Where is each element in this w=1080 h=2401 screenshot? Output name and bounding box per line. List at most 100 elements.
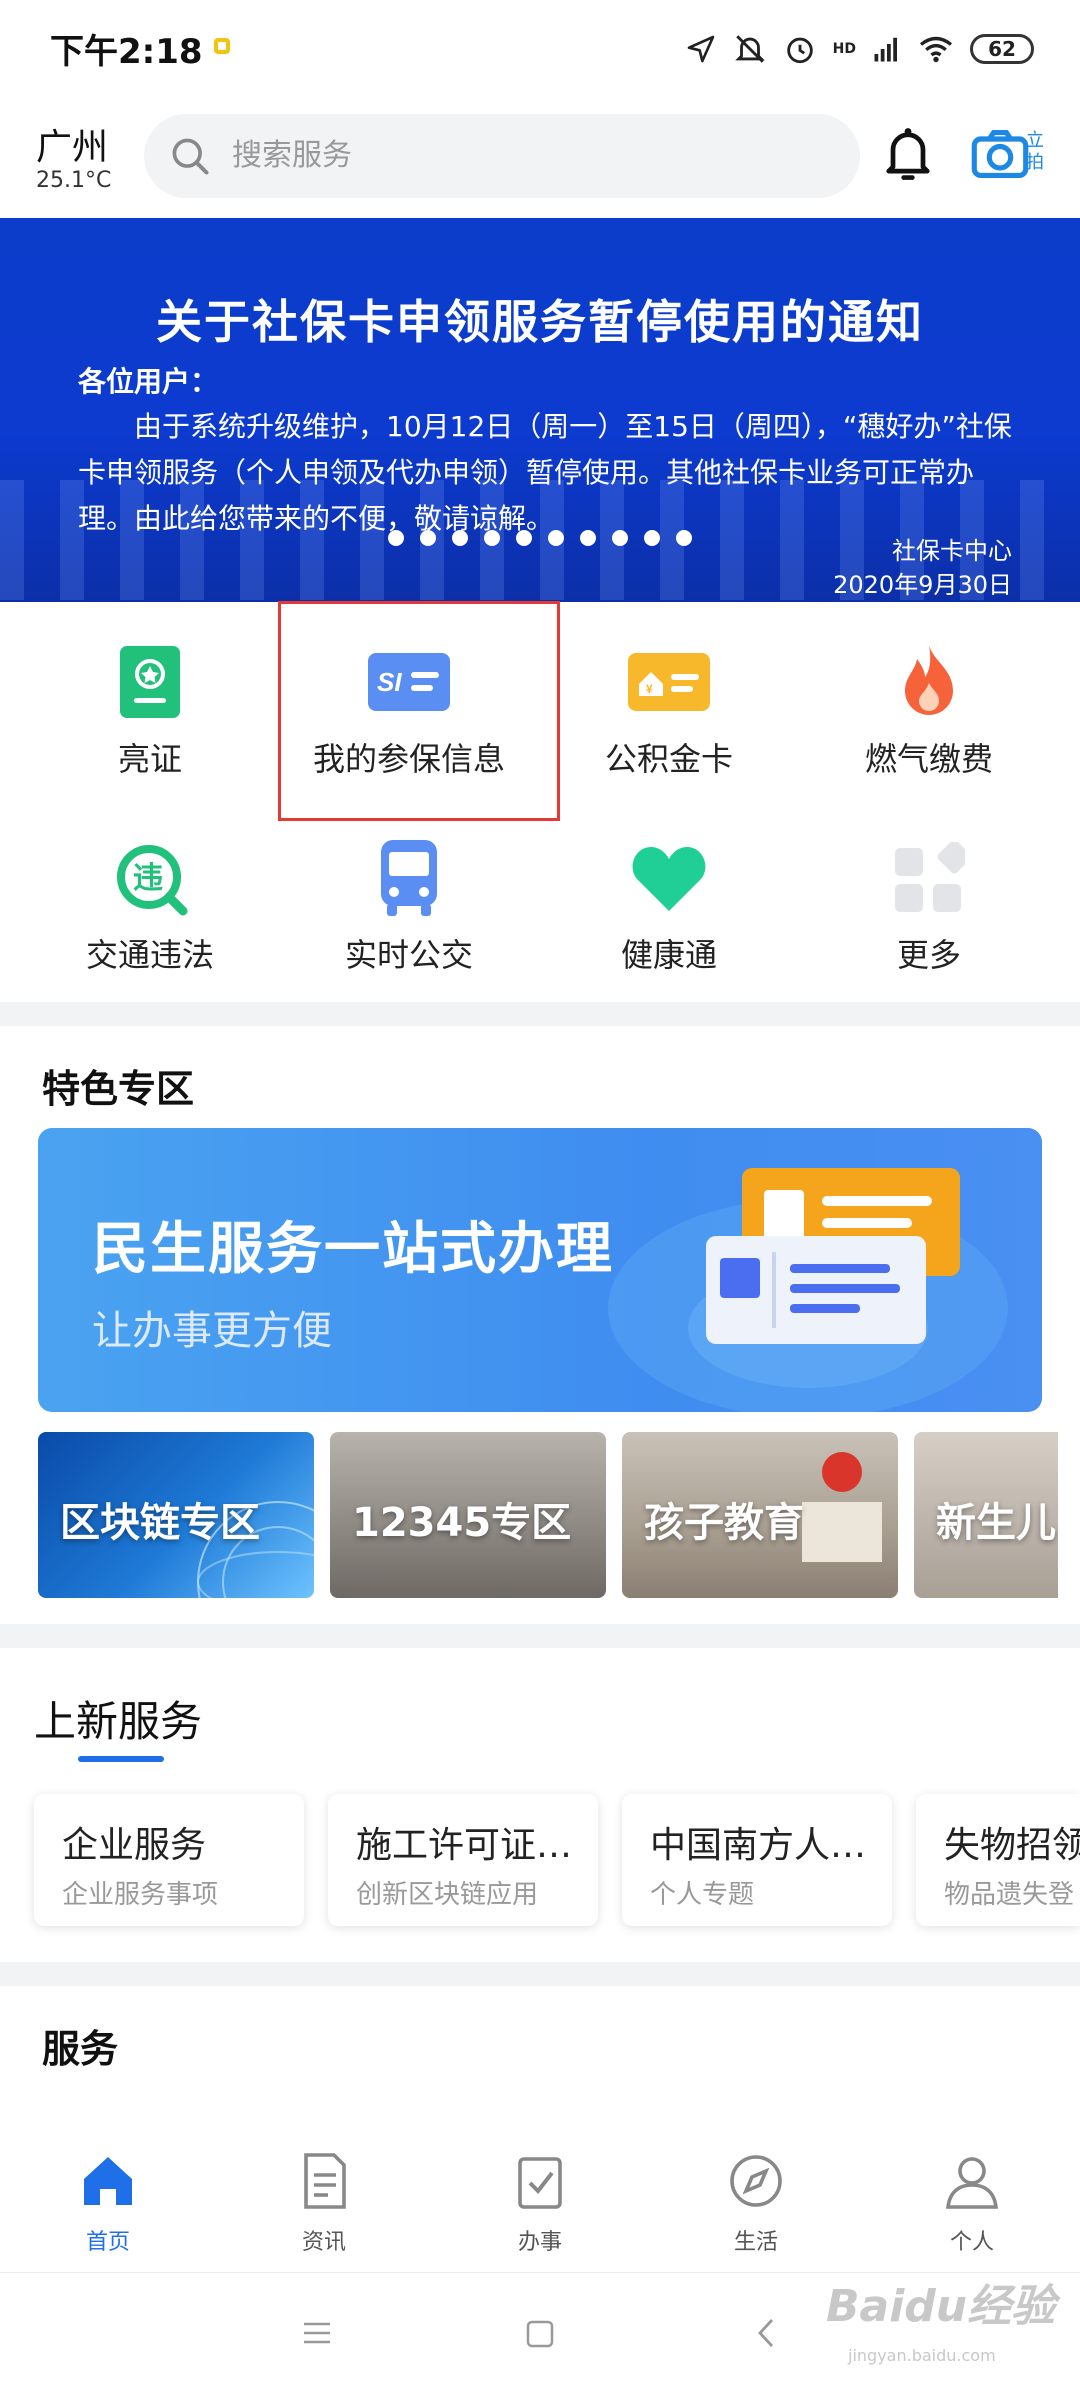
notification-dot-icon	[214, 38, 230, 54]
feature-banner-subtitle: 让办事更方便	[92, 1308, 332, 1354]
banner-dot[interactable]	[548, 530, 564, 546]
service-card[interactable]: 失物招领 物品遗失登	[916, 1794, 1080, 1926]
news-icon	[304, 2153, 346, 2209]
banner-date: 2020年9月30日	[833, 571, 1012, 599]
new-services-title: 上新服务	[34, 1697, 203, 1746]
grid-item-gas-payment[interactable]: 燃气缴费	[794, 604, 1064, 794]
grid-item-traffic-violation[interactable]: 违 交通违法	[15, 800, 285, 990]
grid-item-label: 健康通	[620, 936, 717, 974]
status-icons: HD 62	[685, 24, 1034, 74]
heart-icon	[619, 828, 719, 928]
nav-life[interactable]: 生活	[648, 2150, 864, 2260]
tile-newborn[interactable]: 新生儿	[914, 1432, 1058, 1598]
banner-dot[interactable]	[516, 530, 532, 546]
banner-greeting: 各位用户：	[78, 365, 219, 398]
compass-icon	[730, 2155, 782, 2207]
service-card-subtitle: 企业服务事项	[62, 1880, 219, 1910]
task-check-icon	[518, 2157, 562, 2209]
watermark-logo: Baidu经验	[826, 2281, 1056, 2332]
status-time: 下午2:18	[50, 32, 203, 72]
svg-text:¥: ¥	[646, 682, 653, 696]
back-icon[interactable]	[754, 2316, 778, 2350]
grid-item-label: 亮证	[117, 740, 182, 778]
service-card-subtitle: 个人专题	[650, 1880, 755, 1910]
tile-label: 区块链专区	[60, 1500, 260, 1546]
grid-item-housing-fund[interactable]: ¥ 公积金卡	[534, 604, 804, 794]
bell-icon[interactable]	[882, 124, 934, 184]
service-card-title: 失物招领	[944, 1825, 1080, 1866]
gas-flame-icon	[879, 632, 979, 732]
wifi-icon	[919, 36, 953, 63]
nav-profile[interactable]: 个人	[864, 2150, 1080, 2260]
books-decoration	[802, 1502, 882, 1562]
tile-label: 新生儿	[936, 1500, 1056, 1546]
svg-text:违: 违	[133, 861, 163, 896]
service-card-title: 中国南方人…	[650, 1825, 867, 1866]
title-underline	[78, 1756, 164, 1762]
person-icon	[945, 2157, 999, 2209]
banner-signature-org: 社保卡中心	[892, 537, 1012, 565]
battery-indicator: 62	[970, 34, 1034, 64]
grid-item-label: 更多	[896, 936, 961, 974]
search-icon	[172, 138, 209, 175]
banner-dot[interactable]	[612, 530, 628, 546]
nav-tasks[interactable]: 办事	[432, 2150, 648, 2260]
section-divider	[0, 1002, 1080, 1026]
banner-dot[interactable]	[484, 530, 500, 546]
more-grid-icon	[879, 828, 979, 928]
home-square-icon[interactable]	[524, 2318, 556, 2350]
service-card-title: 施工许可证…	[356, 1825, 573, 1866]
temperature: 25.1°C	[36, 168, 112, 193]
service-card[interactable]: 中国南方人… 个人专题	[622, 1794, 892, 1926]
section-divider	[0, 1962, 1080, 1986]
bell-muted-icon	[734, 35, 765, 63]
traffic-violation-icon: 违	[100, 828, 200, 928]
highlight-box	[278, 601, 560, 821]
grid-item-label: 燃气缴费	[864, 740, 993, 778]
nav-label: 个人	[949, 2230, 994, 2255]
services-section-title: 服务	[42, 2027, 119, 2071]
camera-icon[interactable]	[970, 128, 1030, 180]
tile-label: 孩子教育	[644, 1500, 804, 1546]
tile-12345[interactable]: 12345专区	[330, 1432, 606, 1598]
network-type: HD	[832, 41, 856, 57]
grid-item-health-pass[interactable]: 健康通	[534, 800, 804, 990]
alarm-icon	[786, 37, 813, 64]
bus-icon	[359, 828, 459, 928]
nav-news[interactable]: 资讯	[216, 2150, 432, 2260]
tile-blockchain[interactable]: 区块链专区	[38, 1432, 314, 1598]
banner-signature: 社保卡中心 2020年9月30日	[833, 534, 1012, 602]
banner-dot[interactable]	[420, 530, 436, 546]
nav-home[interactable]: 首页	[0, 2150, 216, 2260]
grid-item-show-cert[interactable]: 亮证	[15, 604, 285, 794]
banner-dot[interactable]	[580, 530, 596, 546]
watermark-url: jingyan.baidu.com	[848, 2346, 996, 2365]
nav-label: 首页	[85, 2230, 130, 2255]
banner-title: 关于社保卡申领服务暂停使用的通知	[156, 295, 924, 349]
grid-item-label: 实时公交	[344, 936, 473, 974]
banner-body: 由于系统升级维护，10月12日（周一）至15日（周四），“穗好办”社保卡申领服务…	[78, 410, 1012, 535]
location-arrow-icon	[687, 35, 714, 63]
menu-icon[interactable]	[300, 2318, 334, 2348]
banner-dot[interactable]	[388, 530, 404, 546]
service-card-title: 企业服务	[62, 1825, 207, 1866]
section-divider	[0, 1624, 1080, 1648]
service-card[interactable]: 企业服务 企业服务事项	[34, 1794, 304, 1926]
service-card-subtitle: 创新区块链应用	[356, 1880, 539, 1910]
signal-icon	[874, 37, 897, 62]
grid-item-more[interactable]: 更多	[794, 800, 1064, 990]
card-illustration-front	[706, 1236, 926, 1344]
tile-child-education[interactable]: 孩子教育	[622, 1432, 898, 1598]
banner-dot[interactable]	[676, 530, 692, 546]
grid-item-label: 公积金卡	[604, 740, 733, 778]
featured-section-title: 特色专区	[42, 1067, 195, 1111]
city-selector[interactable]: 广州	[36, 118, 108, 170]
scan-label[interactable]: 立拍	[1026, 130, 1048, 174]
grid-item-label: 交通违法	[85, 936, 214, 974]
grid-item-realtime-bus[interactable]: 实时公交	[274, 800, 544, 990]
housing-fund-card-icon: ¥	[619, 632, 719, 732]
service-card[interactable]: 施工许可证… 创新区块链应用	[328, 1794, 598, 1926]
banner-dot[interactable]	[644, 530, 660, 546]
tile-label: 12345专区	[352, 1500, 572, 1546]
banner-dot[interactable]	[452, 530, 468, 546]
